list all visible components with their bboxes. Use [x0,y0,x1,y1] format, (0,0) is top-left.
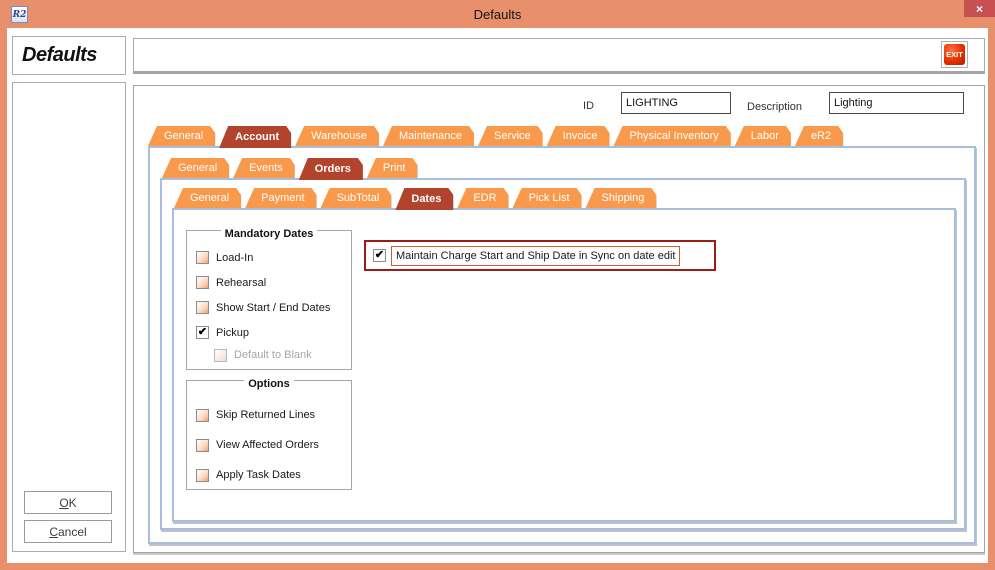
account-tab-panel: General Events Orders Print General Paym… [148,146,976,544]
tab-warehouse[interactable]: Warehouse [295,126,379,146]
tab-strip-level3: General Payment SubTotal Dates EDR Pick … [174,186,656,210]
default-to-blank-row: Default to Blank [187,345,351,365]
main-panel: ID Description General Account Warehouse… [133,85,985,553]
tab-subtotal[interactable]: SubTotal [321,188,392,208]
close-icon[interactable]: × [964,0,995,17]
tab-labor[interactable]: Labor [735,126,791,146]
skip-returned-lines-checkbox[interactable] [196,409,209,422]
tab-strip-level1: General Account Warehouse Maintenance Se… [148,124,843,148]
apply-task-dates-label: Apply Task Dates [216,469,301,481]
show-start-end-dates-row[interactable]: Show Start / End Dates [187,295,351,320]
tab-general-l2[interactable]: General [162,158,229,178]
tab-maintenance[interactable]: Maintenance [383,126,474,146]
tab-er2[interactable]: eR2 [795,126,843,146]
tab-print[interactable]: Print [367,158,418,178]
maintain-sync-label: Maintain Charge Start and Ship Date in S… [391,246,680,266]
cancel-label: C [49,525,58,539]
rehearsal-checkbox[interactable] [196,276,209,289]
default-to-blank-checkbox [214,349,227,362]
show-start-end-dates-checkbox[interactable] [196,301,209,314]
tab-invoice[interactable]: Invoice [547,126,610,146]
exit-icon: EXIT [944,44,965,65]
load-in-row[interactable]: Load-In [187,245,351,270]
view-affected-orders-row[interactable]: View Affected Orders [187,430,351,460]
tab-service[interactable]: Service [478,126,543,146]
exit-button[interactable]: EXIT [941,41,968,68]
tab-strip-level2: General Events Orders Print [162,156,417,180]
tab-pick-list[interactable]: Pick List [513,188,582,208]
skip-returned-lines-label: Skip Returned Lines [216,409,315,421]
page-title: Defaults [12,36,126,75]
show-start-end-dates-label: Show Start / End Dates [216,302,330,314]
window-title: Defaults [0,0,995,28]
client-area: Defaults OK Cancel EXIT ID Description G… [7,28,988,563]
dates-tab-panel: Mandatory Dates Load-In Rehearsal Show S… [172,208,956,522]
orders-tab-panel: General Payment SubTotal Dates EDR Pick … [160,178,966,530]
options-group: Options Skip Returned Lines View Affecte… [186,380,352,490]
id-input[interactable] [621,92,731,114]
description-input[interactable] [829,92,964,114]
tab-general-l1[interactable]: General [148,126,215,146]
tab-physical-inventory[interactable]: Physical Inventory [614,126,731,146]
tab-account[interactable]: Account [219,126,291,148]
tab-dates[interactable]: Dates [395,188,453,210]
pickup-checkbox[interactable] [196,326,209,339]
cancel-button[interactable]: Cancel [24,520,112,543]
toolbar: EXIT [133,38,985,74]
pickup-label: Pickup [216,327,249,339]
rehearsal-row[interactable]: Rehearsal [187,270,351,295]
apply-task-dates-row[interactable]: Apply Task Dates [187,460,351,490]
view-affected-orders-label: View Affected Orders [216,439,319,451]
tab-events[interactable]: Events [233,158,295,178]
tab-shipping[interactable]: Shipping [586,188,657,208]
tab-payment[interactable]: Payment [245,188,316,208]
skip-returned-lines-row[interactable]: Skip Returned Lines [187,400,351,430]
sidebar-panel: OK Cancel [12,82,126,552]
tab-general-l3[interactable]: General [174,188,241,208]
view-affected-orders-checkbox[interactable] [196,439,209,452]
pickup-row[interactable]: Pickup [187,320,351,345]
title-bar: R2 Defaults × [0,0,995,28]
ok-label: O [59,496,68,510]
options-title: Options [187,374,351,392]
maintain-sync-checkbox[interactable] [373,249,386,262]
load-in-label: Load-In [216,252,253,264]
default-to-blank-label: Default to Blank [234,349,312,361]
ok-button[interactable]: OK [24,491,112,514]
mandatory-dates-group: Mandatory Dates Load-In Rehearsal Show S… [186,230,352,370]
description-label: Description [747,101,802,113]
id-label: ID [583,100,594,112]
apply-task-dates-checkbox[interactable] [196,469,209,482]
rehearsal-label: Rehearsal [216,277,266,289]
tab-edr[interactable]: EDR [457,188,508,208]
tab-orders[interactable]: Orders [299,158,363,180]
maintain-sync-highlight: Maintain Charge Start and Ship Date in S… [364,240,716,271]
load-in-checkbox[interactable] [196,251,209,264]
mandatory-dates-title: Mandatory Dates [187,224,351,242]
